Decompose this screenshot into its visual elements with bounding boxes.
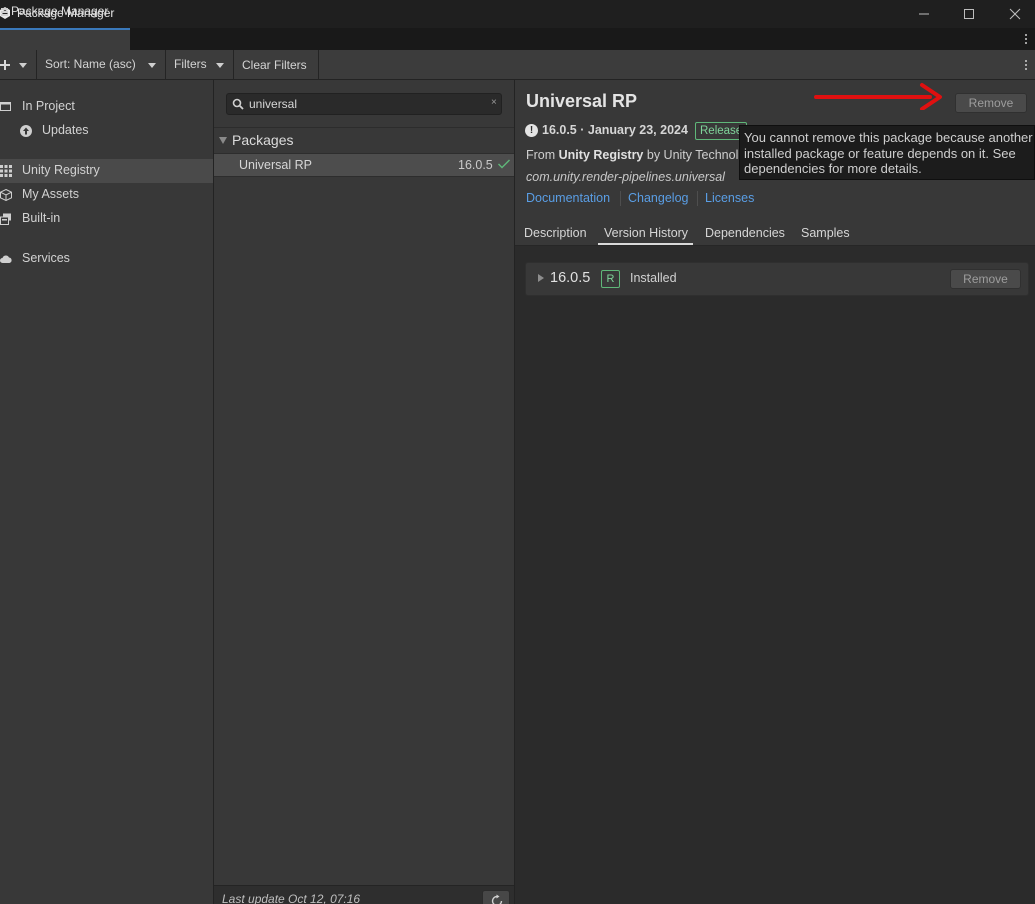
- from-prefix: From: [526, 148, 559, 162]
- info-warning-icon: !: [525, 124, 538, 137]
- package-title: Universal RP: [526, 91, 638, 111]
- documentation-link[interactable]: Documentation: [526, 191, 610, 205]
- sidebar-item-in-project[interactable]: In Project: [0, 95, 213, 119]
- sidebar-item-unity-registry[interactable]: Unity Registry: [0, 159, 213, 183]
- release-badge: R: [601, 270, 620, 288]
- project-icon: [0, 102, 11, 111]
- licenses-link[interactable]: Licenses: [705, 191, 754, 205]
- search-icon: [232, 98, 244, 110]
- update-arrow-icon: [20, 125, 32, 137]
- tab-bar: [0, 28, 1035, 50]
- search-input[interactable]: [249, 96, 479, 112]
- version-date: 16.0.5 · January 23, 2024: [542, 123, 688, 137]
- clear-search-icon[interactable]: ×: [491, 97, 497, 108]
- changelog-link[interactable]: Changelog: [628, 191, 688, 205]
- divider: [697, 191, 698, 206]
- tab-label: Package Manager: [11, 4, 109, 18]
- sort-label: Sort: Name (asc): [45, 57, 136, 71]
- package-source: From Unity Registry by Unity Technol: [526, 148, 738, 162]
- package-version: 16.0.5: [458, 158, 493, 172]
- clear-filters-label: Clear Filters: [242, 58, 307, 72]
- version-status: Installed: [630, 271, 677, 285]
- tab-dependencies[interactable]: Dependencies: [705, 226, 785, 240]
- sidebar-item-label: Services: [22, 251, 70, 265]
- refresh-button[interactable]: [482, 890, 510, 904]
- remove-button[interactable]: Remove: [955, 93, 1027, 113]
- sidebar-item-label: Updates: [42, 123, 89, 137]
- builtin-icon: [0, 213, 11, 225]
- installed-check-icon: [498, 159, 510, 169]
- version-number: 16.0.5: [550, 270, 591, 286]
- chevron-down-icon: [216, 63, 224, 68]
- title-bar: [0, 0, 1035, 28]
- divider: [515, 245, 1035, 246]
- package-id: com.unity.render-pipelines.universal: [526, 170, 725, 184]
- sort-dropdown[interactable]: Sort: Name (asc): [37, 51, 165, 79]
- last-update-label: Last update Oct 12, 07:16: [222, 892, 361, 904]
- plus-icon: [0, 60, 10, 70]
- tab-package-manager[interactable]: [0, 28, 130, 50]
- package-icon: [1, 8, 8, 16]
- add-package-button[interactable]: [0, 51, 35, 79]
- red-arrow-annotation: [814, 83, 942, 110]
- sidebar-item-label: Unity Registry: [22, 163, 100, 177]
- sidebar-item-my-assets[interactable]: My Assets: [0, 183, 213, 207]
- filters-label: Filters: [174, 57, 207, 71]
- sidebar-item-label: Built-in: [22, 211, 61, 225]
- sidebar-item-label: In Project: [22, 99, 75, 113]
- sidebar-item-built-in[interactable]: Built-in: [0, 207, 213, 231]
- divider: [214, 127, 514, 128]
- tab-description[interactable]: Description: [524, 226, 587, 240]
- divider: [620, 191, 621, 206]
- more-options-icon[interactable]: [1022, 58, 1030, 72]
- expand-arrow-icon[interactable]: [219, 137, 227, 144]
- package-list-pane: [214, 80, 515, 904]
- packages-group-header[interactable]: Packages: [232, 132, 293, 148]
- minimize-icon: [919, 13, 929, 15]
- maximize-icon: [964, 9, 974, 19]
- refresh-icon: [491, 894, 503, 904]
- clear-filters-button[interactable]: Clear Filters: [234, 51, 318, 79]
- filters-dropdown[interactable]: Filters: [166, 51, 233, 79]
- sidebar-item-services[interactable]: Services: [0, 247, 213, 271]
- package-name: Universal RP: [239, 158, 312, 172]
- chevron-down-icon: [19, 63, 27, 68]
- from-author: by Unity Technol: [643, 148, 738, 162]
- sidebar-item-updates[interactable]: Updates: [0, 119, 213, 143]
- close-button[interactable]: [1000, 4, 1030, 24]
- sidebar-item-label: My Assets: [22, 187, 79, 201]
- minimize-button[interactable]: [909, 4, 939, 24]
- chevron-down-icon: [148, 63, 156, 68]
- maximize-button[interactable]: [954, 4, 984, 24]
- tab-menu-icon[interactable]: [1022, 31, 1030, 47]
- remove-version-button[interactable]: Remove: [950, 269, 1021, 289]
- cloud-icon: [0, 255, 12, 263]
- close-icon: [1009, 8, 1021, 20]
- tab-version-history[interactable]: Version History: [604, 226, 688, 240]
- from-source[interactable]: Unity Registry: [559, 148, 644, 162]
- remove-disabled-tooltip: You cannot remove this package because a…: [739, 125, 1035, 180]
- expand-arrow-icon[interactable]: [538, 274, 544, 282]
- cube-icon: [0, 189, 12, 201]
- grid-icon: [0, 165, 12, 177]
- tab-samples[interactable]: Samples: [801, 226, 850, 240]
